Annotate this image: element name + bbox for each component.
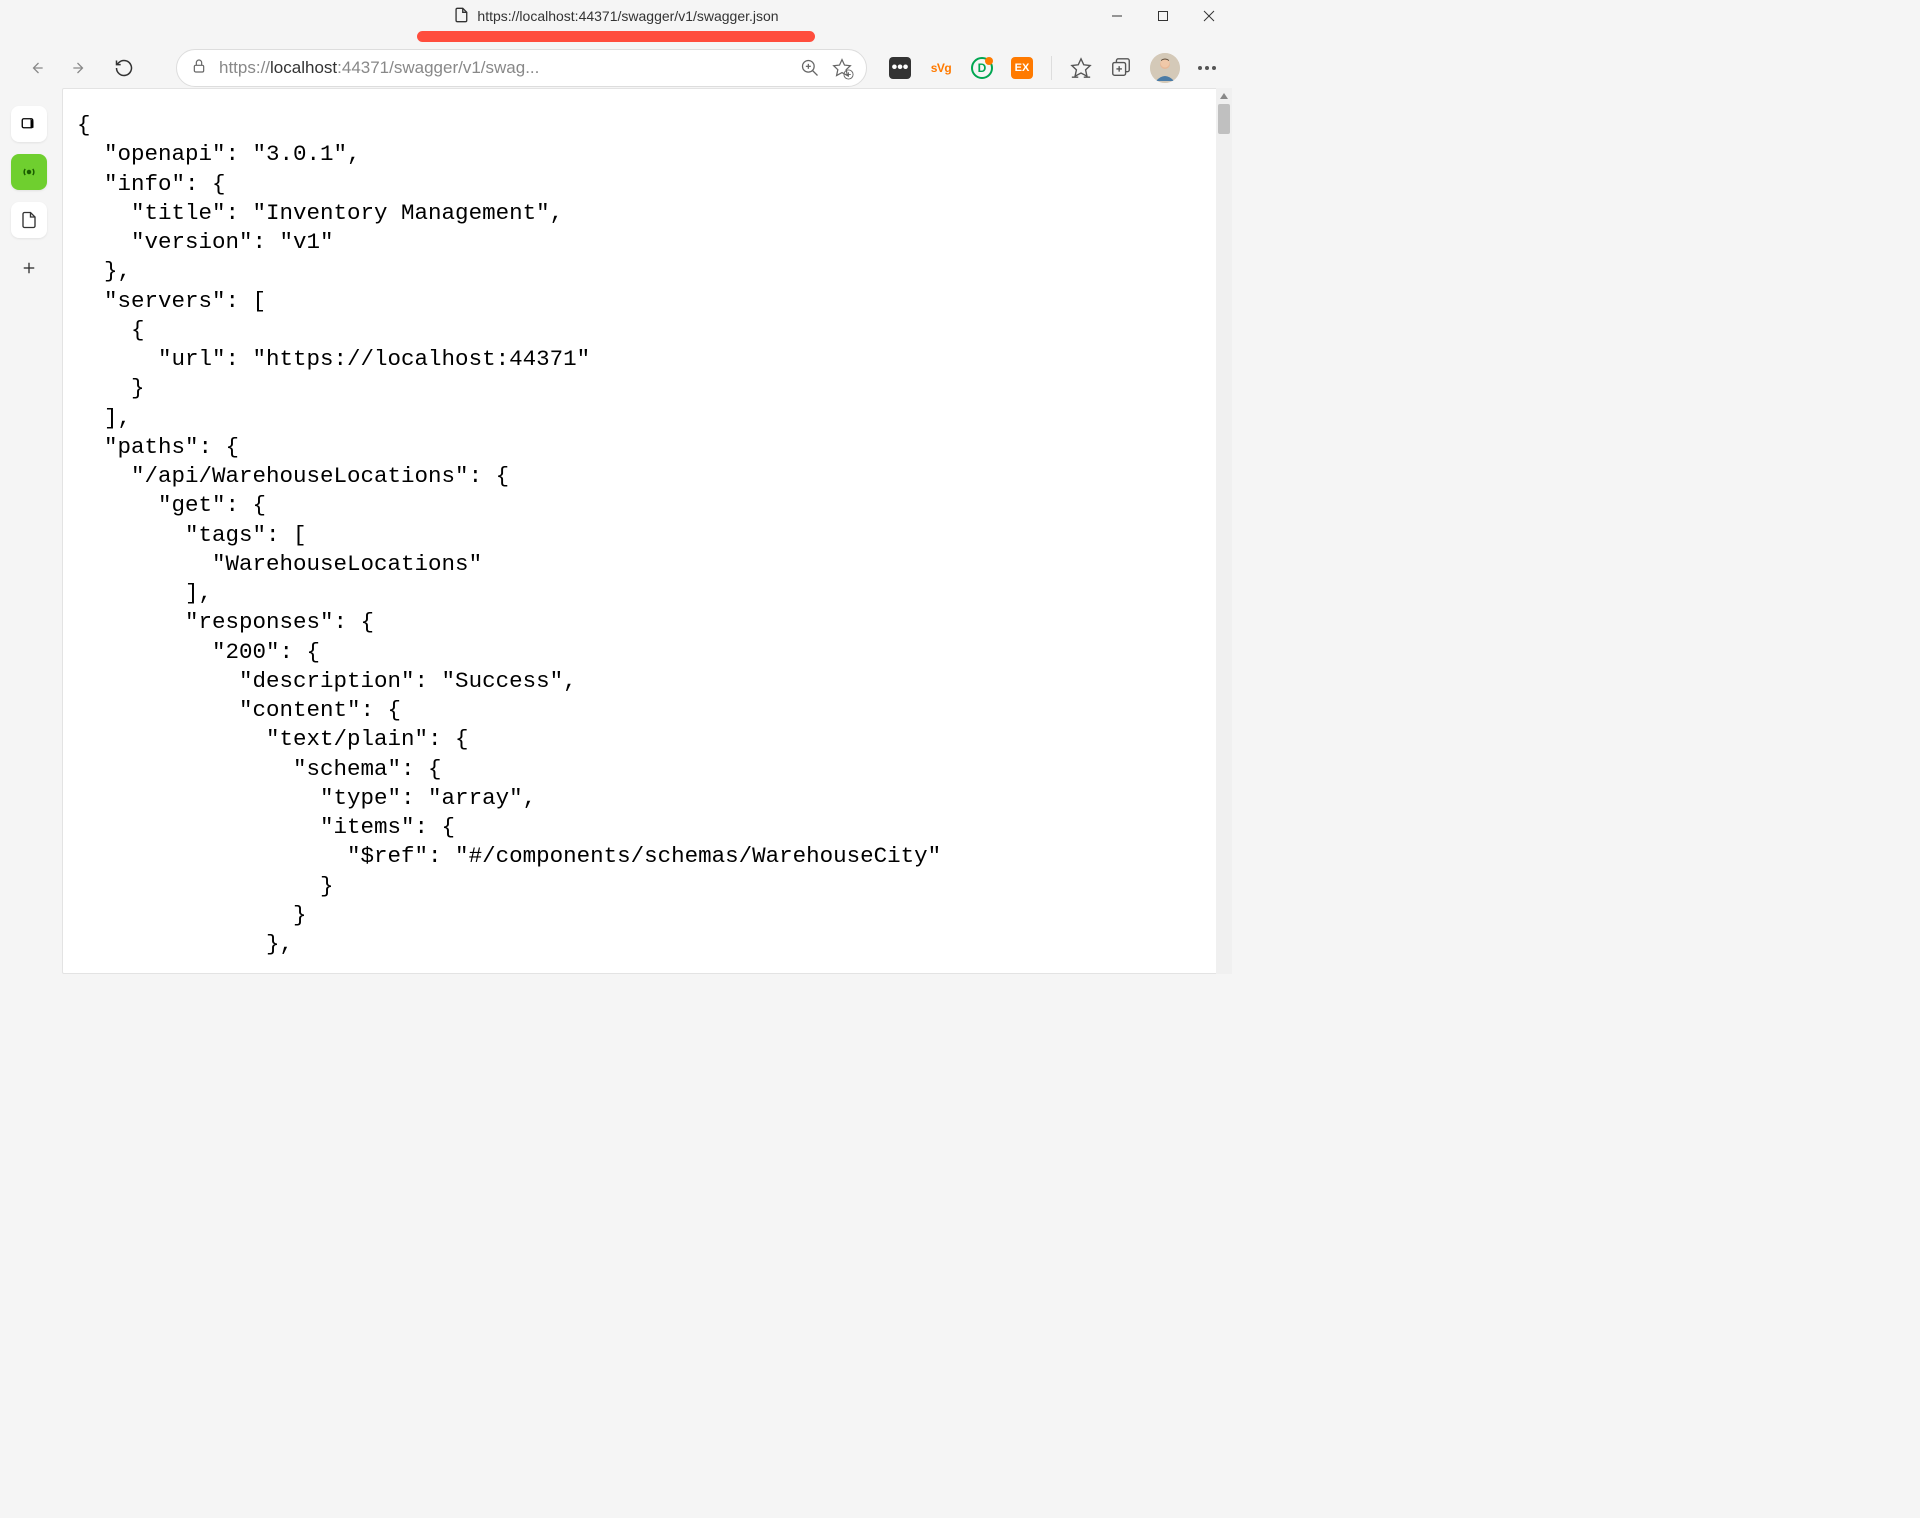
sidebar-add-button[interactable] [11,250,47,286]
extension-svg-icon[interactable]: sVg [929,56,953,80]
page-content: { "openapi": "3.0.1", "info": { "title":… [62,88,1224,974]
window-title-text: https://localhost:44371/swagger/v1/swagg… [477,8,778,24]
more-menu-button[interactable] [1198,66,1216,70]
toolbar-divider [1051,56,1052,80]
vertical-sidebar [0,88,58,974]
refresh-button[interactable] [104,48,144,88]
forward-button[interactable] [60,48,100,88]
vertical-scrollbar[interactable] [1216,88,1232,974]
extension-lastpass-icon[interactable]: ••• [889,57,911,79]
sidebar-tool-3[interactable] [11,202,47,238]
extension-d-icon[interactable]: D [971,57,993,79]
close-button[interactable] [1186,0,1232,32]
scroll-up-arrow[interactable] [1216,88,1232,104]
address-bar[interactable]: https://localhost:44371/swagger/v1/swag.… [176,49,867,87]
back-button[interactable] [16,48,56,88]
annotation-highlight [417,31,815,42]
tab-title: https://localhost:44371/swagger/v1/swagg… [453,7,778,26]
minimize-button[interactable] [1094,0,1140,32]
url-text: https://localhost:44371/swagger/v1/swag.… [219,58,788,78]
collections-button[interactable] [1110,57,1132,79]
zoom-icon[interactable] [800,58,820,78]
sidebar-tool-1[interactable] [11,106,47,142]
json-body[interactable]: { "openapi": "3.0.1", "info": { "title":… [77,111,1217,959]
profile-avatar[interactable] [1150,53,1180,83]
document-icon [453,7,469,26]
window-titlebar: https://localhost:44371/swagger/v1/swagg… [0,0,1232,32]
lock-icon [191,58,207,79]
sidebar-tool-2[interactable] [11,154,47,190]
maximize-button[interactable] [1140,0,1186,32]
favorite-icon[interactable] [832,58,852,78]
favorites-button[interactable] [1070,57,1092,79]
extension-ex-icon[interactable]: EX [1011,57,1033,79]
scrollbar-thumb[interactable] [1218,104,1230,134]
